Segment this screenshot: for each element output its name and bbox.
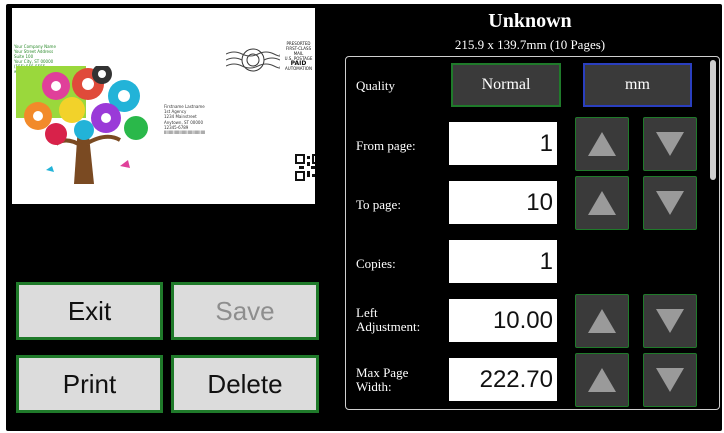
from-page-label: From page: — [356, 138, 416, 153]
from-page-increment-button[interactable] — [575, 117, 629, 171]
left-adjustment-increment-button[interactable] — [575, 294, 629, 348]
max-page-width-label: Max Page Width: — [356, 366, 408, 394]
arrow-up-icon — [588, 191, 616, 215]
max-page-width-label-line2: Width: — [356, 379, 392, 394]
arrow-down-icon — [656, 191, 684, 215]
mail-preview: Your Company Name Your Street Address Su… — [12, 8, 315, 204]
qr-code-icon — [295, 154, 315, 181]
quality-label: Quality — [356, 78, 395, 93]
max-page-width-label-line1: Max Page — [356, 365, 409, 380]
exit-button[interactable]: Exit — [16, 282, 163, 340]
copies-label: Copies: — [356, 256, 396, 271]
left-adjustment-label-line2: Adjustment: — [356, 319, 421, 334]
document-title: Unknown — [488, 10, 572, 32]
to-page-increment-button[interactable] — [575, 176, 629, 230]
from-page-decrement-button[interactable] — [643, 117, 697, 171]
arrow-up-icon — [588, 309, 616, 333]
document-size-info: 215.9 x 139.7mm (10 Pages) — [454, 37, 606, 52]
max-page-width-increment-button[interactable] — [575, 353, 629, 407]
from-page-field[interactable]: 1 — [449, 122, 557, 165]
flower-tree-graphic-icon — [16, 66, 148, 184]
max-page-width-field[interactable]: 222.70 — [449, 358, 557, 401]
left-adjustment-decrement-button[interactable] — [643, 294, 697, 348]
postage-seal-icon — [226, 48, 280, 72]
max-page-width-decrement-button[interactable] — [643, 353, 697, 407]
arrow-up-icon — [588, 368, 616, 392]
preview-recipient-address: Firstname Lastname 1st Agency 1234 Mains… — [164, 104, 205, 135]
print-button[interactable]: Print — [16, 355, 163, 413]
postage-line: AUTOMATION — [285, 66, 312, 71]
save-button[interactable]: Save — [171, 282, 319, 340]
settings-scrollbar-thumb[interactable] — [710, 60, 716, 180]
to-page-label: To page: — [356, 197, 401, 212]
arrow-down-icon — [656, 368, 684, 392]
units-select-button[interactable]: mm — [583, 63, 692, 107]
quality-select-button[interactable]: Normal — [451, 63, 561, 107]
left-adjustment-label: Left Adjustment: — [356, 306, 420, 334]
preview-postage-indicia: PRESORTED FIRST-CLASS MAIL U.S. POSTAGE … — [282, 41, 315, 71]
copies-field[interactable]: 1 — [449, 240, 557, 283]
left-adjustment-label-line1: Left — [356, 305, 378, 320]
left-adjustment-field[interactable]: 10.00 — [449, 299, 557, 342]
arrow-down-icon — [656, 132, 684, 156]
to-page-decrement-button[interactable] — [643, 176, 697, 230]
arrow-up-icon — [588, 132, 616, 156]
arrow-down-icon — [656, 309, 684, 333]
delete-button[interactable]: Delete — [171, 355, 319, 413]
to-page-field[interactable]: 10 — [449, 181, 557, 224]
recipient-barcode: IIIIIIIIIIIIIIIIIIIIIIIIIIIIIIIIIII — [164, 130, 206, 136]
postage-line: FIRST-CLASS MAIL — [285, 46, 312, 56]
